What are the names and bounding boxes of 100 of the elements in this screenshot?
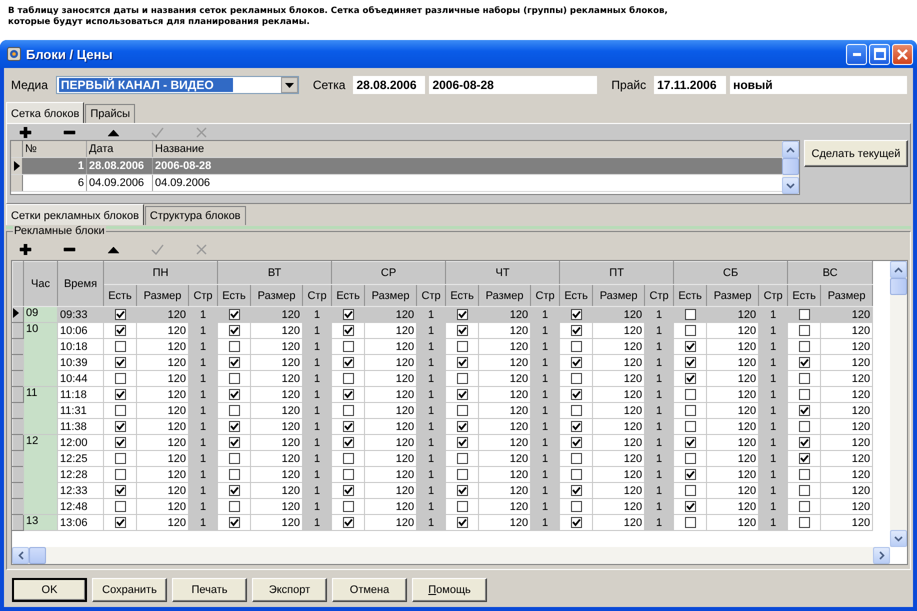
checkbox[interactable] <box>114 517 126 528</box>
close-button[interactable] <box>892 44 913 64</box>
checkbox[interactable] <box>798 405 810 416</box>
checkbox[interactable] <box>798 453 810 464</box>
tab[interactable]: Сетки рекламных блоков <box>6 204 144 225</box>
checkbox[interactable] <box>342 325 354 336</box>
scrollbar-thumb[interactable] <box>782 158 799 175</box>
checkbox[interactable] <box>228 325 240 336</box>
maximize-button[interactable] <box>869 44 890 64</box>
checkbox[interactable] <box>798 501 810 512</box>
checkbox[interactable] <box>114 405 126 416</box>
checkbox[interactable] <box>570 469 582 480</box>
checkbox[interactable] <box>114 421 126 432</box>
checkbox[interactable] <box>684 405 696 416</box>
checkbox[interactable] <box>114 501 126 512</box>
scroll-right-button[interactable] <box>873 547 890 564</box>
checkbox[interactable] <box>114 469 126 480</box>
checkbox[interactable] <box>570 517 582 528</box>
scroll-down-button[interactable] <box>890 530 907 547</box>
checkbox[interactable] <box>342 341 354 352</box>
scrollbar-thumb[interactable] <box>890 278 907 295</box>
plus-icon[interactable] <box>19 244 32 254</box>
dialog-button[interactable]: Сохранить <box>92 578 167 602</box>
checkbox[interactable] <box>342 421 354 432</box>
dialog-button[interactable]: Экспорт <box>252 578 327 602</box>
checkbox[interactable] <box>456 453 468 464</box>
checkbox[interactable] <box>228 421 240 432</box>
checkbox[interactable] <box>228 389 240 400</box>
checkbox[interactable] <box>456 517 468 528</box>
checkbox[interactable] <box>114 309 126 320</box>
dialog-button[interactable]: OK <box>12 578 87 602</box>
grid-date-field[interactable]: 28.08.2006 <box>353 76 426 94</box>
make-current-button[interactable]: Сделать текущей <box>804 140 908 167</box>
checkbox[interactable] <box>684 485 696 496</box>
checkbox[interactable] <box>228 485 240 496</box>
checkbox[interactable] <box>456 405 468 416</box>
checkbox[interactable] <box>570 421 582 432</box>
tab[interactable]: Сетка блоков <box>6 102 84 123</box>
checkbox[interactable] <box>684 325 696 336</box>
checkbox[interactable] <box>798 325 810 336</box>
checkbox[interactable] <box>684 469 696 480</box>
checkbox[interactable] <box>228 405 240 416</box>
checkbox[interactable] <box>342 517 354 528</box>
vertical-scrollbar[interactable] <box>782 141 799 194</box>
checkbox[interactable] <box>570 453 582 464</box>
checkbox[interactable] <box>798 373 810 384</box>
checkbox[interactable] <box>114 373 126 384</box>
checkbox[interactable] <box>342 437 354 448</box>
checkbox[interactable] <box>342 469 354 480</box>
scroll-up-button[interactable] <box>782 141 799 158</box>
checkbox[interactable] <box>570 341 582 352</box>
checkbox[interactable] <box>798 485 810 496</box>
dialog-button[interactable]: Помощь <box>412 578 487 602</box>
vertical-scrollbar[interactable] <box>890 261 907 547</box>
checkbox[interactable] <box>570 389 582 400</box>
checkbox[interactable] <box>114 453 126 464</box>
checkbox[interactable] <box>570 373 582 384</box>
scrollbar-thumb[interactable] <box>29 547 46 564</box>
checkbox[interactable] <box>798 309 810 320</box>
checkbox[interactable] <box>684 309 696 320</box>
checkbox[interactable] <box>456 309 468 320</box>
checkbox[interactable] <box>570 309 582 320</box>
checkbox[interactable] <box>798 389 810 400</box>
checkbox[interactable] <box>228 517 240 528</box>
price-date-field[interactable]: 17.11.2006 <box>654 76 726 94</box>
grid-row[interactable]: 1 28.08.2006 2006-08-28 <box>11 158 782 175</box>
checkbox[interactable] <box>684 517 696 528</box>
checkbox[interactable] <box>798 469 810 480</box>
checkbox[interactable] <box>570 325 582 336</box>
checkbox[interactable] <box>570 357 582 368</box>
checkbox[interactable] <box>456 469 468 480</box>
checkbox[interactable] <box>228 501 240 512</box>
media-dropdown[interactable]: ПЕРВЫЙ КАНАЛ - ВИДЕО <box>56 76 299 94</box>
checkbox[interactable] <box>456 341 468 352</box>
checkbox[interactable] <box>798 517 810 528</box>
grid-row[interactable]: 6 04.09.2006 04.09.2006 <box>11 175 782 192</box>
tab[interactable]: Прайсы <box>85 104 136 123</box>
checkbox[interactable] <box>684 373 696 384</box>
checkbox[interactable] <box>456 485 468 496</box>
checkbox[interactable] <box>228 373 240 384</box>
checkbox[interactable] <box>456 389 468 400</box>
checkbox[interactable] <box>342 405 354 416</box>
checkbox[interactable] <box>114 389 126 400</box>
checkbox[interactable] <box>228 469 240 480</box>
minimize-button[interactable] <box>846 44 867 64</box>
checkbox[interactable] <box>456 373 468 384</box>
checkbox[interactable] <box>342 501 354 512</box>
checkbox[interactable] <box>456 421 468 432</box>
checkbox[interactable] <box>684 437 696 448</box>
tab[interactable]: Структура блоков <box>144 206 246 225</box>
checkbox[interactable] <box>342 357 354 368</box>
checkbox[interactable] <box>114 485 126 496</box>
dialog-button[interactable]: Отмена <box>332 578 407 602</box>
checkbox[interactable] <box>228 453 240 464</box>
scroll-left-button[interactable] <box>12 547 29 564</box>
checkbox[interactable] <box>798 437 810 448</box>
checkbox[interactable] <box>342 453 354 464</box>
dialog-button[interactable]: Печать <box>172 578 247 602</box>
checkbox[interactable] <box>684 357 696 368</box>
horizontal-scrollbar[interactable] <box>12 547 890 564</box>
